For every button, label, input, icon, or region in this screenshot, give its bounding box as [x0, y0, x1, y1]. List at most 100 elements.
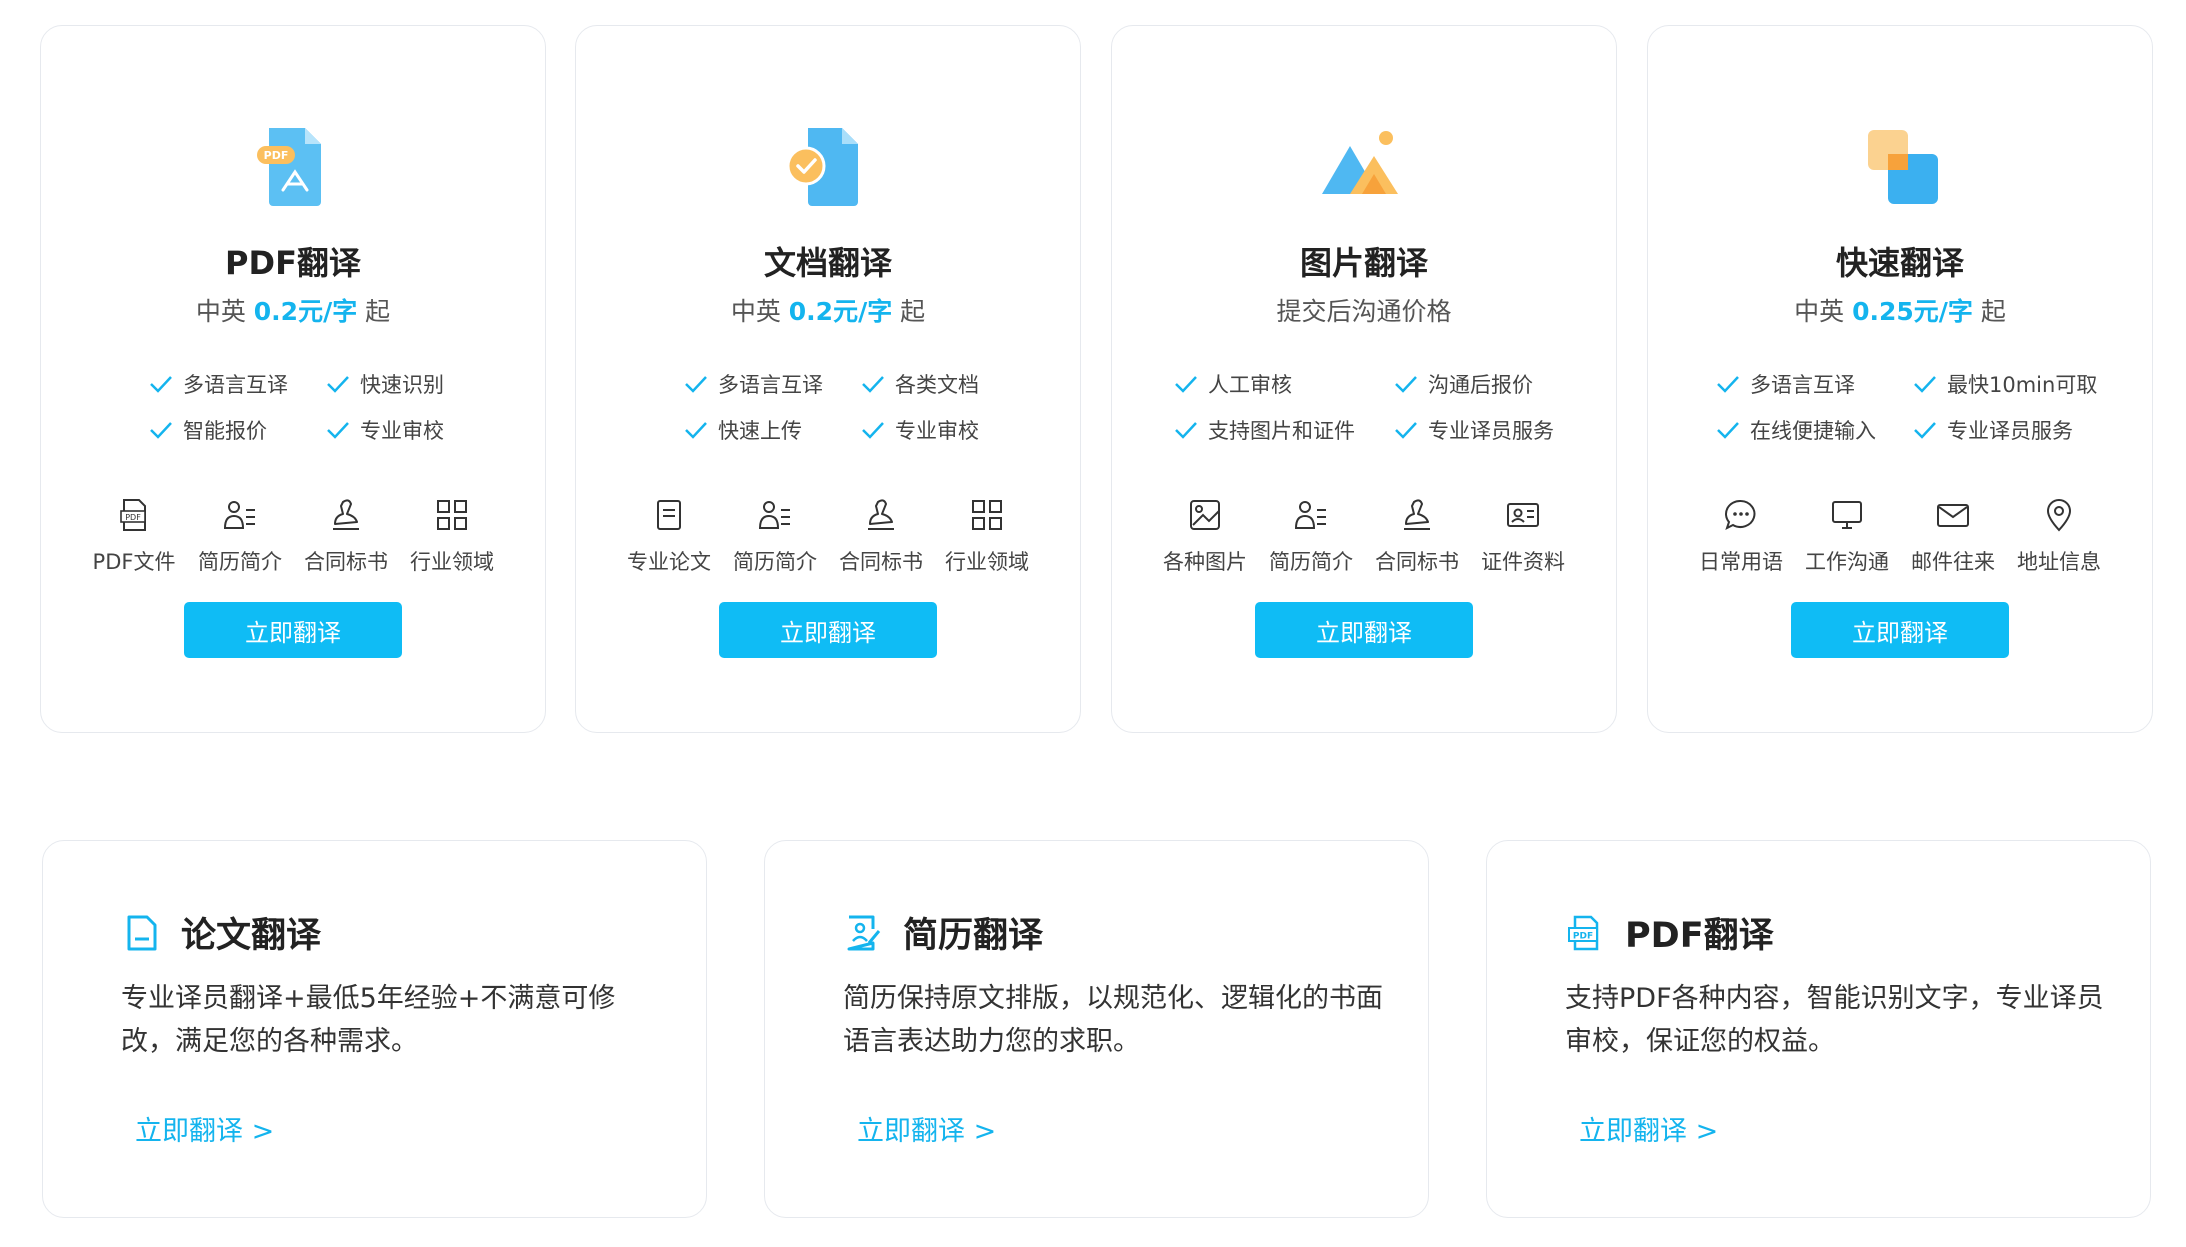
card-title: 论文翻译: [181, 916, 322, 956]
use-case-item: 专业论文: [616, 496, 722, 576]
feature-item: 多语言互译: [684, 369, 823, 399]
pdf-file-icon: PDF: [257, 128, 321, 206]
feature-item: 专业审校: [861, 415, 979, 445]
use-case-row: 日常用语 工作沟通 邮件往来 地址信息: [1688, 496, 2112, 576]
use-case-item: 行业领域: [934, 496, 1040, 576]
use-case-row: PDF PDF文件 简历简介 合同标书 行业领域: [81, 496, 505, 576]
price-value: 0.2元/字: [253, 297, 358, 326]
translate-now-button[interactable]: 立即翻译: [719, 602, 937, 658]
use-case-item: PDF PDF文件: [81, 496, 187, 576]
svg-text:PDF: PDF: [264, 149, 289, 162]
use-case-item: 各种图片: [1152, 496, 1258, 576]
stamp-icon: [1404, 499, 1430, 530]
resume-icon: [1294, 501, 1326, 529]
use-case-item: 邮件往来: [1900, 496, 2006, 576]
use-case-item: 简历简介: [722, 496, 828, 576]
translate-now-link[interactable]: 立即翻译 >: [857, 1109, 996, 1148]
check-icon: [1914, 422, 1936, 439]
check-icon: [1395, 422, 1417, 439]
card-title: 图片翻译: [1299, 244, 1428, 282]
feature-item: 支持图片和证件: [1174, 415, 1355, 445]
feature-item: 快速识别: [326, 369, 444, 399]
document-check-icon: [786, 128, 858, 206]
svg-text:PDF: PDF: [125, 513, 141, 522]
check-icon: [150, 422, 172, 439]
use-case-item: 合同标书: [828, 496, 934, 576]
check-icon: [327, 376, 349, 393]
use-case-row: 各种图片 简历简介 合同标书 证件资料: [1152, 496, 1576, 576]
paper-doc-icon: [127, 915, 157, 950]
id-card-icon: [1507, 503, 1539, 527]
translate-now-button[interactable]: 立即翻译: [184, 602, 402, 658]
use-case-item: 地址信息: [2006, 496, 2112, 576]
feature-item: 人工审核: [1174, 369, 1292, 399]
chat-icon: [1725, 499, 1756, 530]
resume-icon: [758, 501, 790, 529]
translate-now-button[interactable]: 立即翻译: [1791, 602, 2009, 658]
feature-item: 快速上传: [684, 415, 802, 445]
feature-item: 智能报价: [149, 415, 267, 445]
resume-edit-icon: [847, 915, 881, 950]
card-description: 专业译员翻译+最低5年经验+不满意可修改，满足您的各种需求。: [121, 983, 616, 1057]
translate-now-link[interactable]: 立即翻译 >: [135, 1109, 274, 1148]
translate-now-button[interactable]: 立即翻译: [1255, 602, 1473, 658]
check-icon: [1717, 422, 1739, 439]
use-case-item: 简历简介: [187, 496, 293, 576]
check-icon: [1175, 422, 1197, 439]
check-icon: [1914, 376, 1936, 393]
feature-item: 专业译员服务: [1913, 415, 2073, 445]
card-price: 提交后沟通价格: [1276, 297, 1452, 326]
check-icon: [862, 376, 884, 393]
grid-icon: [972, 500, 1002, 530]
feature-item: 沟通后报价: [1394, 369, 1533, 399]
use-case-item: 行业领域: [399, 496, 505, 576]
check-icon: [1717, 376, 1739, 393]
detail-card-paper: 论文翻译 专业译员翻译+最低5年经验+不满意可修改，满足您的各种需求。 立即翻译…: [42, 840, 707, 1218]
service-card-fast: 快速翻译 中英 0.25元/字 起 多语言互译 最快10min可取 在线便捷输入…: [1647, 25, 2153, 733]
check-icon: [327, 422, 349, 439]
overlap-squares-icon: [1868, 130, 1938, 204]
feature-item: 多语言互译: [149, 369, 288, 399]
feature-item: 最快10min可取: [1913, 369, 2097, 399]
feature-item: 多语言互译: [1716, 369, 1855, 399]
card-title: 快速翻译: [1835, 244, 1964, 282]
paper-icon: [657, 500, 681, 530]
card-price: 中英 0.2元/字 起: [195, 297, 391, 326]
stamp-icon: [868, 499, 894, 530]
check-icon: [685, 422, 707, 439]
check-icon: [1395, 376, 1417, 393]
pdf-icon: PDF: [120, 499, 146, 531]
use-case-item: 工作沟通: [1794, 496, 1900, 576]
service-card-image: 图片翻译 提交后沟通价格 人工审核 沟通后报价 支持图片和证件 专业译员服务 各…: [1111, 25, 1617, 733]
service-card-pdf: PDF PDF翻译 中英 0.2元/字 起 多语言互译 快速识别 智能报价 专业…: [40, 25, 546, 733]
feature-item: 专业审校: [326, 415, 444, 445]
check-icon: [1175, 376, 1197, 393]
check-icon: [862, 422, 884, 439]
card-title: PDF翻译: [225, 244, 361, 282]
use-case-row: 专业论文 简历简介 合同标书 行业领域: [616, 496, 1040, 576]
feature-item: 专业译员服务: [1394, 415, 1554, 445]
card-price: 中英 0.25元/字 起: [1794, 297, 2006, 326]
service-card-document: 文档翻译 中英 0.2元/字 起 多语言互译 各类文档 快速上传 专业审校 专业…: [575, 25, 1081, 733]
grid-icon: [437, 500, 467, 530]
price-value: 0.2元/字: [788, 297, 893, 326]
check-icon: [150, 376, 172, 393]
image-icon: [1190, 500, 1220, 530]
monitor-icon: [1832, 501, 1862, 529]
mail-icon: [1937, 504, 1969, 527]
mountain-image-icon: [1322, 131, 1398, 194]
pdf-doc-icon: PDF: [1568, 915, 1599, 950]
use-case-item: 合同标书: [293, 496, 399, 576]
use-case-item: 合同标书: [1364, 496, 1470, 576]
card-title: 简历翻译: [903, 916, 1044, 956]
use-case-item: 简历简介: [1258, 496, 1364, 576]
price-value: 0.25元/字: [1852, 297, 1973, 326]
feature-item: 在线便捷输入: [1716, 415, 1876, 445]
resume-icon: [223, 501, 255, 529]
translate-now-link[interactable]: 立即翻译 >: [1579, 1109, 1718, 1148]
location-icon: [2046, 499, 2072, 532]
card-description: 支持PDF各种内容，智能识别文字，专业译员审校，保证您的权益。: [1565, 983, 2104, 1057]
detail-card-pdf: PDF PDF翻译 支持PDF各种内容，智能识别文字，专业译员审校，保证您的权益…: [1486, 840, 2151, 1218]
card-price: 中英 0.2元/字 起: [730, 297, 926, 326]
use-case-item: 证件资料: [1470, 496, 1576, 576]
